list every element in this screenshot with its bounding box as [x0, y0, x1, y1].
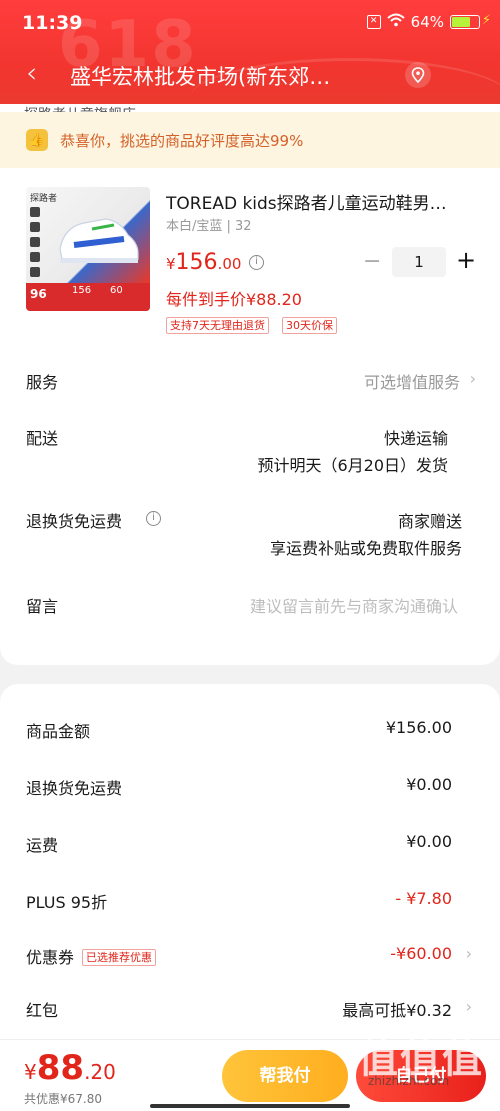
product-title[interactable]: TOREAD kids探路者儿童运动鞋男… [166, 189, 476, 214]
delivery-estimate: 预计明天（6月20日）发货 [257, 456, 448, 475]
hand-price: 每件到手价¥88.20 [166, 290, 302, 309]
badge-coupon: 60 [110, 285, 123, 296]
thumbs-up-icon: 👍 [26, 129, 48, 151]
help-me-pay-button[interactable]: 帮我付 [222, 1050, 348, 1102]
coupon-value: -¥60.00 [390, 944, 452, 963]
checkout-bar: ¥88.20 共优惠¥67.80 帮我付 自己付 [0, 1039, 500, 1111]
return-freight-value: 商家赠送 [397, 512, 462, 531]
price-info-icon[interactable]: i [249, 255, 264, 270]
status-bar: 11:39 ✕ 64% ⚡ [0, 0, 500, 46]
back-icon[interactable]: ‹ [26, 56, 37, 89]
shoe-illustration [59, 218, 139, 263]
coupon-selected-tag: 已选推荐优惠 [82, 949, 157, 966]
return-policy-tag: 支持7天无理由退货 [166, 317, 269, 334]
pay-myself-button[interactable]: 自己付 [356, 1050, 486, 1102]
location-icon[interactable] [405, 62, 431, 88]
wifi-icon [386, 13, 405, 31]
price-int: 156 [175, 250, 218, 275]
total-price: ¥88.20 [24, 1048, 116, 1088]
store-address-title[interactable]: 盛华宏林批发市场(新东郊… [70, 61, 390, 91]
message-label: 留言 [26, 597, 59, 616]
return-fee-label: 退换货免运费 [26, 779, 123, 798]
service-value: 可选增值服务 [363, 373, 460, 392]
service-label: 服务 [26, 373, 59, 392]
product-spec[interactable]: 本白/宝蓝 | 32 [166, 215, 252, 234]
banner-text: 恭喜你，挑选的商品好评度高达99% [60, 131, 304, 150]
order-content: 探路者儿童旗舰店 👍 恭喜你，挑选的商品好评度高达99% 探路者 96 156 … [0, 104, 500, 1039]
goods-amount-label: 商品金额 [26, 722, 91, 741]
product-item: 探路者 96 156 60 TOREAD kids探路者儿童运动鞋男… 本白/宝… [26, 187, 476, 337]
freight-value: ¥0.00 [406, 832, 452, 851]
return-fee-value: ¥0.00 [406, 775, 452, 794]
chevron-right-icon: › [465, 944, 472, 963]
product-price: ¥156.00 [166, 250, 241, 275]
coupon-label: 优惠券 [26, 948, 75, 967]
badge-orig: 156 [72, 285, 92, 296]
redpack-label: 红包 [26, 1001, 59, 1020]
message-input[interactable]: 建议留言前先与商家沟通确认 [250, 593, 458, 617]
total-symbol: ¥ [24, 1060, 37, 1084]
shop-name: 探路者儿童旗舰店 [24, 104, 136, 112]
home-indicator[interactable] [150, 1104, 350, 1108]
return-freight-row: 退换货免运费 i 商家赠送 享运费补贴或免费取件服务 [26, 508, 474, 568]
chevron-right-icon: › [465, 997, 472, 1016]
total-dec: .20 [84, 1060, 116, 1084]
price-dec: .00 [217, 255, 242, 273]
price-card: 商品金额 ¥156.00 退换货免运费 ¥0.00 运费 ¥0.00 PLUS … [0, 684, 500, 1039]
badge-price: 96 [30, 287, 47, 301]
product-image[interactable]: 探路者 96 156 60 [26, 187, 150, 311]
battery-icon: ⚡ [450, 13, 491, 29]
feature-icons [30, 207, 42, 282]
plus-discount-label: PLUS 95折 [26, 893, 108, 912]
header: 618 11:39 ✕ 64% ⚡ ‹ 盛华宏林批发市场(新东郊… [0, 0, 500, 110]
delivery-value: 快递运输 [383, 429, 448, 448]
price-badge: 96 156 60 [26, 283, 150, 311]
price-protect-tag: 30天价保 [282, 317, 337, 334]
order-card: 探路者儿童旗舰店 👍 恭喜你，挑选的商品好评度高达99% 探路者 96 156 … [0, 104, 500, 665]
decrease-quantity-button[interactable]: − [363, 249, 381, 274]
coupon-label-wrap: 优惠券 已选推荐优惠 [26, 944, 157, 968]
plus-discount-value: - ¥7.80 [395, 889, 452, 908]
total-int: 88 [36, 1048, 85, 1088]
freight-label: 运费 [26, 836, 59, 855]
status-icons: ✕ 64% ⚡ [366, 13, 491, 31]
no-sim-icon: ✕ [366, 15, 381, 29]
chevron-right-icon: › [469, 369, 476, 388]
quantity-input[interactable]: 1 [392, 247, 446, 277]
delivery-label: 配送 [26, 429, 59, 448]
nav-bar: ‹ 盛华宏林批发市场(新东郊… [0, 50, 500, 96]
delivery-row[interactable]: 配送 快递运输 预计明天（6月20日）发货 [26, 425, 474, 485]
increase-quantity-button[interactable]: + [456, 246, 476, 274]
status-time: 11:39 [22, 12, 83, 34]
return-info-icon[interactable]: i [146, 511, 161, 526]
rating-banner: 👍 恭喜你，挑选的商品好评度高达99% [0, 112, 500, 168]
return-freight-label: 退换货免运费 [26, 512, 123, 531]
return-freight-sub: 享运费补贴或免费取件服务 [269, 539, 462, 558]
redpack-value: 最高可抵¥0.32 [342, 1001, 452, 1020]
goods-amount-value: ¥156.00 [385, 718, 452, 737]
brand-logo: 探路者 [30, 194, 58, 204]
price-symbol: ¥ [166, 255, 176, 273]
total-saved: 共优惠¥67.80 [24, 1092, 102, 1106]
battery-percent: 64% [410, 13, 444, 31]
